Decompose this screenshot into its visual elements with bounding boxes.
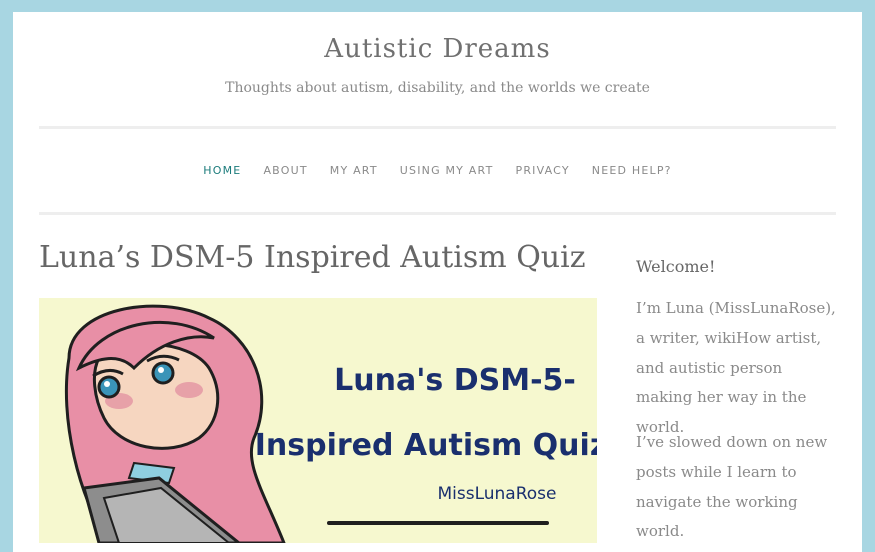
nav-item-privacy[interactable]: PRIVACY [516,164,570,177]
sidebar-welcome-text: I’m Luna (MissLunaRose), a writer, wikiH… [636,299,836,437]
nav-divider [39,212,836,215]
nav-item-home[interactable]: HOME [203,164,241,177]
image-title-line2: Inspired Autism Quiz [255,428,597,463]
sidebar-widget-title: Welcome! [636,257,716,276]
nav-item-about[interactable]: ABOUT [263,164,307,177]
image-underline [327,521,549,525]
site-tagline: Thoughts about autism, disability, and t… [225,80,650,96]
main-nav: HOME ABOUT MY ART USING MY ART PRIVACY N… [13,164,862,177]
nav-item-need-help[interactable]: NEED HELP? [592,164,672,177]
post-featured-image[interactable]: Luna's DSM-5- Inspired Autism Quiz MissL… [39,298,597,543]
site-title[interactable]: Autistic Dreams [13,34,862,64]
page-container: Autistic Dreams Thoughts about autism, d… [13,12,862,552]
image-title-line1: Luna's DSM-5- [334,363,576,398]
post-title[interactable]: Luna’s DSM-5 Inspired Autism Quiz [39,240,586,275]
header-divider [39,126,836,129]
nav-item-using-my-art[interactable]: USING MY ART [400,164,494,177]
nav-item-my-art[interactable]: MY ART [330,164,378,177]
sidebar-update-text: I’ve slowed down on new posts while I le… [636,433,828,541]
image-credit: MissLunaRose [437,484,556,504]
